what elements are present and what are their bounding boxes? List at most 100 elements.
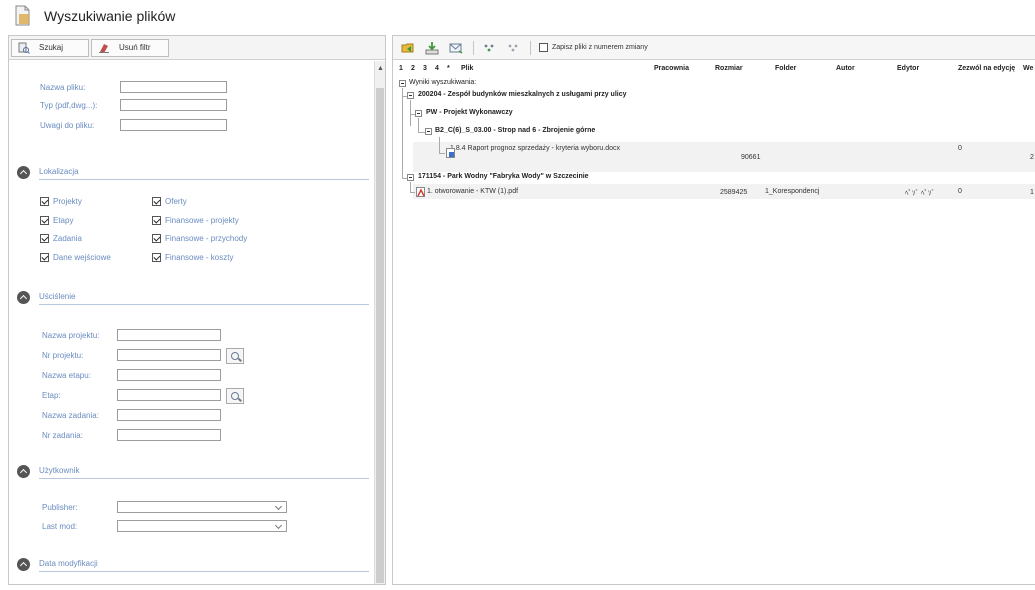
project-number-field[interactable] bbox=[117, 349, 221, 361]
collapse-user-toggle[interactable] bbox=[17, 465, 30, 478]
expand-all-icon[interactable] bbox=[482, 41, 496, 55]
file-type-field[interactable] bbox=[120, 99, 227, 111]
file-name-field[interactable] bbox=[120, 81, 227, 93]
tree-item-project-171154[interactable]: 171154 - Park Wodny "Fabryka Wody" w Szc… bbox=[418, 173, 589, 180]
checkbox-box[interactable] bbox=[40, 253, 49, 262]
checkbox-box[interactable] bbox=[40, 197, 49, 206]
download-icon[interactable] bbox=[425, 41, 439, 55]
fin-costs-checkbox[interactable]: Finansowe - koszty bbox=[152, 253, 233, 262]
stage-name-label: Nazwa etapu: bbox=[42, 371, 91, 380]
checkbox-box[interactable] bbox=[152, 197, 161, 206]
user-section-header: Użytkownik bbox=[17, 464, 369, 480]
project-name-field[interactable] bbox=[117, 329, 221, 341]
task-name-field[interactable] bbox=[117, 409, 221, 421]
search-button[interactable]: Szukaj bbox=[11, 38, 89, 57]
column-2-header[interactable]: 2 bbox=[411, 65, 415, 72]
project-name-label: Nazwa projektu: bbox=[42, 331, 100, 340]
tree-item-phase-pw[interactable]: PW - Projekt Wykonawczy bbox=[426, 109, 513, 116]
checkbox-box[interactable] bbox=[152, 234, 161, 243]
checkbox-box[interactable] bbox=[539, 43, 548, 52]
projects-checkbox[interactable]: Projekty bbox=[40, 197, 82, 206]
section-divider bbox=[39, 478, 369, 479]
results-toolbar: Zapisz pliki z numerem zmiany bbox=[393, 36, 1035, 60]
section-divider bbox=[39, 179, 369, 180]
file2-folder: 1_Korespondencj bbox=[765, 188, 820, 195]
size-column-header[interactable]: Rozmiar bbox=[715, 65, 743, 72]
stages-checkbox[interactable]: Etapy bbox=[40, 216, 73, 225]
input-data-checkbox[interactable]: Dane wejściowe bbox=[40, 253, 111, 262]
allow-edit-column-header[interactable]: Zezwól na edycję bbox=[958, 65, 1015, 72]
window-title: Wyszukiwanie plików bbox=[44, 8, 176, 24]
tree-root-label: Wyniki wyszukiwania: bbox=[409, 79, 477, 86]
column-3-header[interactable]: 3 bbox=[423, 65, 427, 72]
clear-filter-button[interactable]: Usuń filtr bbox=[91, 38, 169, 57]
email-attach-icon[interactable] bbox=[449, 41, 463, 55]
project-lookup-search-icon[interactable] bbox=[226, 348, 244, 364]
results-grid-header: 1 2 3 4 * Plik Pracownia Rozmiar Folder … bbox=[393, 62, 1035, 76]
author-column-header[interactable]: Autor bbox=[836, 65, 855, 72]
tree-line bbox=[418, 118, 419, 132]
search-filter-panel: Szukaj Usuń filtr Nazwa pliku: Typ (pdf,… bbox=[8, 35, 386, 585]
save-with-change-number-checkbox[interactable]: Zapisz pliki z numerem zmiany bbox=[539, 43, 648, 52]
collapse-project2-toggle[interactable] bbox=[407, 174, 414, 181]
project-number-label: Nr projektu: bbox=[42, 351, 84, 360]
folder-column-header[interactable]: Folder bbox=[775, 65, 796, 72]
collapse-project-toggle[interactable] bbox=[407, 92, 414, 99]
column-1-header[interactable]: 1 bbox=[399, 65, 403, 72]
task-number-field[interactable] bbox=[117, 429, 221, 441]
publisher-select[interactable] bbox=[117, 501, 287, 513]
filter-scrollbar[interactable]: ▲ bbox=[375, 61, 385, 584]
stage-name-field[interactable] bbox=[117, 369, 221, 381]
file-column-header[interactable]: Plik bbox=[461, 65, 473, 72]
tree-line bbox=[439, 137, 440, 153]
last-mod-select[interactable] bbox=[117, 520, 287, 532]
tree-item-file2[interactable]: 1. otworowanie - KTW (1).pdf bbox=[427, 188, 518, 195]
offers-checkbox[interactable]: Oferty bbox=[152, 197, 187, 206]
open-folder-icon[interactable] bbox=[401, 41, 415, 55]
file-name-label: Nazwa pliku: bbox=[40, 83, 86, 92]
collapse-phase-toggle[interactable] bbox=[415, 110, 422, 117]
checkbox-box[interactable] bbox=[40, 216, 49, 225]
file-type-label: Typ (pdf,dwg...): bbox=[40, 101, 98, 110]
collapse-refine-toggle[interactable] bbox=[17, 291, 30, 304]
editor-column-header[interactable]: Edytor bbox=[897, 65, 919, 72]
checkbox-box[interactable] bbox=[152, 253, 161, 262]
stage-field[interactable] bbox=[117, 389, 221, 401]
fin-projects-checkbox[interactable]: Finansowe - projekty bbox=[152, 216, 239, 225]
fin-income-checkbox[interactable]: Finansowe - przychody bbox=[152, 234, 247, 243]
collapse-location-toggle[interactable] bbox=[17, 166, 30, 179]
stage-label: Etap: bbox=[42, 391, 61, 400]
last-column-header[interactable]: We bbox=[1023, 65, 1033, 72]
column-4-header[interactable]: 4 bbox=[435, 65, 439, 72]
stage-lookup-search-icon[interactable] bbox=[226, 388, 244, 404]
tree-line bbox=[410, 100, 411, 126]
search-doc-icon bbox=[18, 42, 30, 54]
tasks-checkbox[interactable]: Zadania bbox=[40, 234, 82, 243]
collapse-modified-toggle[interactable] bbox=[17, 558, 30, 571]
collapse-all-icon[interactable] bbox=[506, 41, 520, 55]
tree-item-project-200204[interactable]: 200204 - Zespół budynków mieszkalnych z … bbox=[418, 91, 627, 98]
file2-size: 2589425 bbox=[720, 189, 748, 196]
collapse-root-node-toggle[interactable] bbox=[399, 80, 406, 87]
toolbar-separator bbox=[473, 40, 474, 55]
checkbox-box[interactable] bbox=[40, 234, 49, 243]
column-star-header[interactable]: * bbox=[447, 65, 450, 72]
offers-checkbox-label: Oferty bbox=[165, 197, 187, 206]
file-notes-field[interactable] bbox=[120, 119, 227, 131]
scrollbar-thumb[interactable] bbox=[376, 88, 384, 583]
fin-costs-checkbox-label: Finansowe - koszty bbox=[165, 253, 234, 262]
task-name-label: Nazwa zadania: bbox=[42, 411, 99, 420]
last-mod-label: Last mod: bbox=[42, 522, 78, 531]
projects-checkbox-label: Projekty bbox=[53, 197, 82, 206]
checkbox-box[interactable] bbox=[152, 216, 161, 225]
refine-section-header: Uściślenie bbox=[17, 290, 369, 306]
studio-column-header[interactable]: Pracownia bbox=[654, 65, 689, 72]
collapse-stage-toggle[interactable] bbox=[425, 128, 432, 135]
tree-line bbox=[439, 153, 445, 154]
modified-date-section-header: Data modyfikacji bbox=[17, 557, 369, 573]
scroll-up-arrow-icon[interactable]: ▲ bbox=[377, 65, 384, 72]
tree-item-stage-b2[interactable]: B2_C(6)_S_03.00 - Strop nad 6 - Zbrojeni… bbox=[435, 127, 595, 134]
tree-item-file1[interactable]: 1.8.4 Raport prognoz sprzedaży - kryteri… bbox=[450, 145, 620, 152]
file1-allow-edit: 0 bbox=[958, 145, 962, 152]
file2-editor: ﾍﾟｿﾞ ﾍﾟｿﾞ bbox=[905, 190, 935, 197]
